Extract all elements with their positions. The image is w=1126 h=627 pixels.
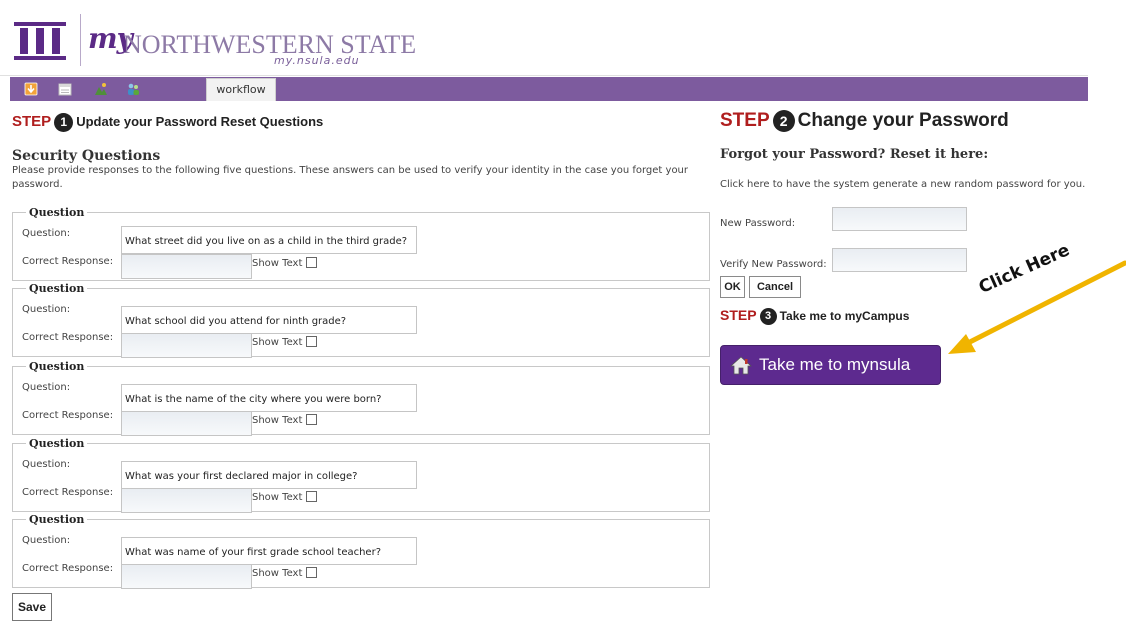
show-text-checkbox[interactable] xyxy=(306,567,318,578)
question-box-5: Question Question: What was name of your… xyxy=(12,513,710,589)
tab-workflow[interactable]: workflow xyxy=(206,78,276,101)
save-button[interactable]: Save xyxy=(12,593,52,621)
home-icon xyxy=(730,356,752,375)
step2-word: STEP xyxy=(720,110,770,132)
question-legend: Question xyxy=(29,282,85,295)
step3-word: STEP xyxy=(720,307,757,323)
step1-heading: STEP 1 Update your Password Reset Question… xyxy=(12,113,324,133)
step2-title: Change your Password xyxy=(797,110,1009,132)
question-2-text: What school did you attend for ninth gra… xyxy=(121,306,417,334)
show-text-checkbox[interactable] xyxy=(306,336,318,347)
step1-number-badge: 1 xyxy=(54,113,74,133)
logo-url: my.nsula.edu xyxy=(274,54,360,67)
verify-password-label: Verify New Password: xyxy=(720,259,827,270)
response-2-input[interactable] xyxy=(121,333,252,358)
step3-heading: STEP 3 Take me to myCampus xyxy=(720,307,910,326)
show-text-label: Show Text xyxy=(252,337,303,348)
question-legend: Question xyxy=(29,206,85,219)
question-box-3: Question Question: What is the name of t… xyxy=(12,360,710,436)
take-me-to-mynsula-button[interactable]: Take me to mynsula xyxy=(720,345,941,385)
question-label: Question: xyxy=(22,382,71,393)
question-box-1: Question Question: What street did you l… xyxy=(12,206,710,281)
show-text-label: Show Text xyxy=(252,492,303,503)
ok-button[interactable]: OK xyxy=(720,276,745,298)
toolbar: workflow xyxy=(10,77,1088,101)
download-icon[interactable] xyxy=(24,82,38,96)
response-5-input[interactable] xyxy=(121,564,252,589)
calendar-icon[interactable] xyxy=(58,82,72,96)
response-4-input[interactable] xyxy=(121,488,252,513)
show-text-toggle-3[interactable]: Show Text xyxy=(252,414,318,426)
show-text-label: Show Text xyxy=(252,258,303,269)
question-legend: Question xyxy=(29,513,85,526)
step2-number-badge: 2 xyxy=(772,110,795,132)
correct-response-label: Correct Response: xyxy=(22,487,114,498)
correct-response-label: Correct Response: xyxy=(22,256,114,267)
mountain-icon[interactable] xyxy=(94,82,108,96)
correct-response-label: Correct Response: xyxy=(22,563,114,574)
show-text-label: Show Text xyxy=(252,415,303,426)
question-3-text: What is the name of the city where you w… xyxy=(121,384,417,412)
step3-title: Take me to myCampus xyxy=(779,309,910,323)
new-password-label: New Password: xyxy=(720,218,796,229)
show-text-checkbox[interactable] xyxy=(306,491,318,502)
step1-word: STEP xyxy=(12,113,52,130)
response-3-input[interactable] xyxy=(121,411,252,436)
show-text-label: Show Text xyxy=(252,568,303,579)
show-text-checkbox[interactable] xyxy=(306,257,318,268)
show-text-checkbox[interactable] xyxy=(306,414,318,425)
new-password-input[interactable] xyxy=(832,207,967,231)
correct-response-label: Correct Response: xyxy=(22,332,114,343)
forgot-password-title: Forgot your Password? Reset it here: xyxy=(720,147,989,162)
question-4-text: What was your first declared major in co… xyxy=(121,461,417,489)
question-label: Question: xyxy=(22,459,71,470)
security-questions-title: Security Questions xyxy=(12,148,161,164)
show-text-toggle-2[interactable]: Show Text xyxy=(252,336,318,348)
question-5-text: What was name of your first grade school… xyxy=(121,537,417,565)
question-label: Question: xyxy=(22,228,71,239)
question-legend: Question xyxy=(29,437,85,450)
question-box-4: Question Question: What was your first d… xyxy=(12,437,710,513)
generate-password-link[interactable]: Click here to have the system generate a… xyxy=(720,179,1085,190)
correct-response-label: Correct Response: xyxy=(22,410,114,421)
step3-number-badge: 3 xyxy=(759,308,777,326)
nsu-columns-logo-icon[interactable] xyxy=(14,22,66,60)
cancel-button[interactable]: Cancel xyxy=(749,276,801,298)
logo-northwestern-state: NORTHWESTERN STATE xyxy=(123,30,417,59)
security-questions-description: Please provide responses to the followin… xyxy=(12,165,689,190)
question-label: Question: xyxy=(22,535,71,546)
response-1-input[interactable] xyxy=(121,254,252,279)
show-text-toggle-5[interactable]: Show Text xyxy=(252,567,318,579)
show-text-toggle-1[interactable]: Show Text xyxy=(252,257,318,269)
question-legend: Question xyxy=(29,360,85,373)
mynsula-button-label: Take me to mynsula xyxy=(759,355,911,374)
logo-divider xyxy=(80,14,81,66)
show-text-toggle-4[interactable]: Show Text xyxy=(252,491,318,503)
users-icon[interactable] xyxy=(126,82,140,96)
step1-title: Update your Password Reset Questions xyxy=(76,114,324,129)
question-box-2: Question Question: What school did you a… xyxy=(12,282,710,358)
question-label: Question: xyxy=(22,304,71,315)
question-1-text: What street did you live on as a child i… xyxy=(121,226,417,254)
site-header: my NORTHWESTERN STATE my.nsula.edu xyxy=(0,0,1088,76)
step2-heading: STEP 2 Change your Password xyxy=(720,110,1009,132)
